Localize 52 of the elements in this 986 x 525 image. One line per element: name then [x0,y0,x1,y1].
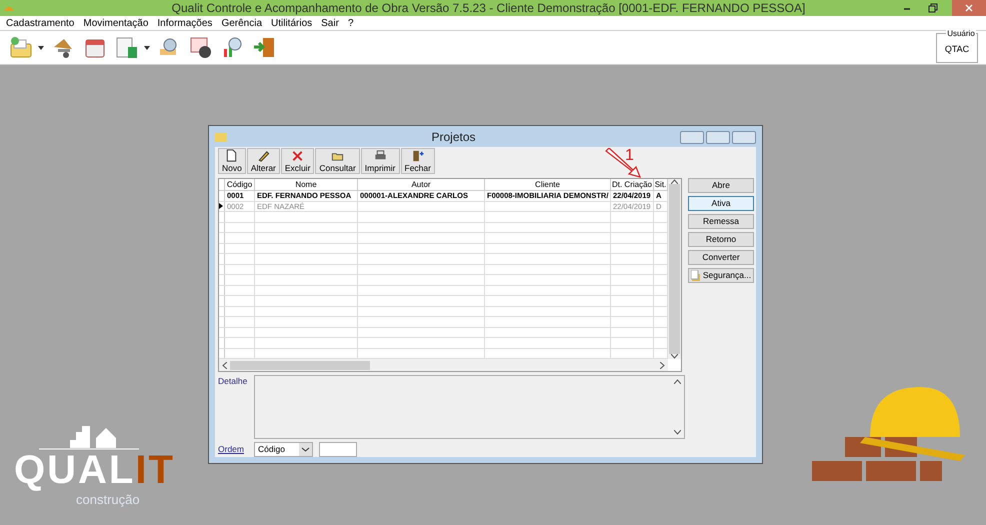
minimize-button[interactable] [680,131,704,144]
menu-item[interactable]: ? [348,16,354,30]
toolbar-button[interactable]: Novo [218,148,246,174]
folder-icon [215,131,227,142]
menu-item[interactable]: Gerência [221,16,262,30]
logo-word: QUAL [14,450,136,490]
helmet-icon [3,4,15,12]
toolbar-button[interactable]: Fechar [400,148,435,174]
toolbar-button[interactable]: Alterar [246,148,280,174]
column-header[interactable]: Nome [255,179,358,190]
action-button[interactable]: Ativa [688,196,754,211]
toolbar-button[interactable]: Imprimir [360,148,400,174]
logo-tagline: construção [76,491,140,509]
action-button[interactable]: Converter [688,250,754,265]
column-header[interactable]: Dt. Criação [611,179,654,190]
horizontal-scrollbar[interactable] [219,359,668,371]
action-button[interactable]: Abre [688,178,754,193]
toolbar-button[interactable]: Consultar [315,148,360,174]
annotation-number: 1 [625,148,634,164]
caret-icon[interactable] [299,443,312,456]
menu-item[interactable]: Movimentação [83,16,148,30]
toolbar-button[interactable]: Excluir [280,148,314,174]
order-select[interactable]: Código [254,442,313,457]
column-header[interactable]: Cliente [485,179,611,190]
column-header[interactable]: Autor [358,179,485,190]
close-icon[interactable] [965,4,973,12]
menu-item[interactable]: Cadastramento [6,16,74,30]
dropdown-icon[interactable] [38,46,44,50]
detail-field[interactable] [254,375,685,439]
lock-icon [690,270,701,281]
menu-item[interactable]: Utilitários [271,16,312,30]
restore-icon[interactable] [928,3,938,13]
row-pointer-icon [219,203,223,210]
logo-accent: IT [135,450,175,490]
dialog-title: Projetos [430,128,477,146]
vertical-scrollbar[interactable] [668,179,681,359]
close-button[interactable] [952,0,986,16]
menu-item[interactable]: Informações [157,16,212,30]
dropdown-icon[interactable] [144,46,150,50]
maximize-button[interactable] [706,131,730,144]
action-button[interactable]: Segurança... [688,268,754,283]
window-title: Qualit Controle e Acompanhamento de Obra Versão 7.5.23 - Cliente Demonstração [0001-EDF. FERNANDO PESSOA] [170,0,806,17]
menu-item[interactable]: Sair [321,16,339,30]
input-field[interactable] [319,442,357,457]
action-button[interactable]: Retorno [688,232,754,247]
close-button[interactable] [732,131,756,144]
user-name: QTAC [944,42,970,56]
action-button[interactable]: Remessa [688,214,754,229]
edit-icon [256,149,271,163]
order-label: Ordem [218,443,245,456]
column-header[interactable]: Código [225,179,255,190]
detail-label: Detalhe [218,375,248,388]
